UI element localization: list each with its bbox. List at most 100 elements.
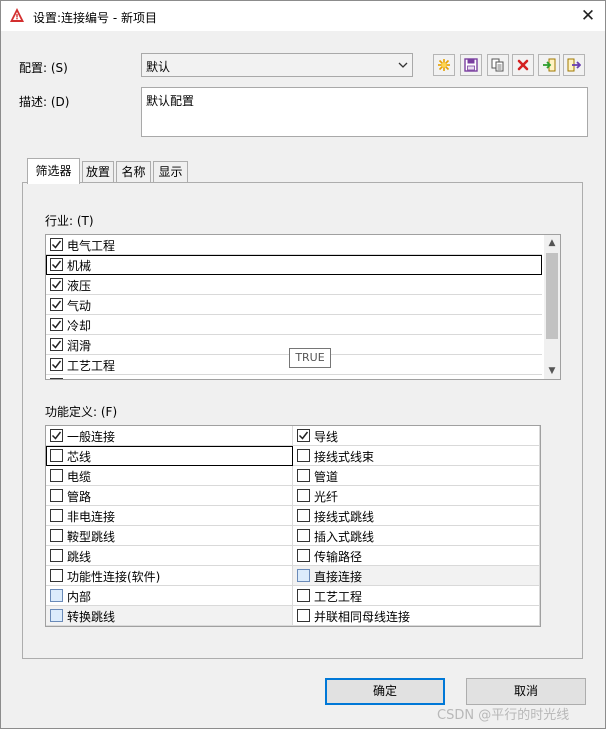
copy-icon: [491, 58, 504, 72]
new-icon: [438, 59, 450, 71]
tab-display[interactable]: 显示: [153, 161, 188, 183]
function-item[interactable]: 跳线: [46, 546, 293, 566]
scroll-up-icon[interactable]: ▲: [544, 235, 560, 251]
industry-scrollbar[interactable]: ▲ ▼: [544, 235, 560, 379]
industry-item-checkbox[interactable]: [50, 298, 63, 311]
save-icon: [464, 58, 478, 72]
config-value: 默认: [146, 60, 171, 74]
function-item-checkbox[interactable]: [297, 449, 310, 462]
industry-item-checkbox[interactable]: [50, 318, 63, 331]
industry-item[interactable]: 气动: [46, 295, 542, 315]
function-item-checkbox[interactable]: [50, 529, 63, 542]
config-label: 配置: (S): [19, 61, 68, 75]
import-config-button[interactable]: [538, 54, 560, 76]
industry-item[interactable]: 机械: [46, 255, 542, 275]
tab-placement[interactable]: 放置: [82, 161, 114, 183]
close-icon[interactable]: ✕: [577, 5, 599, 27]
function-item-checkbox[interactable]: [50, 429, 63, 442]
function-item[interactable]: 传输路径: [293, 546, 540, 566]
new-config-button[interactable]: [433, 54, 455, 76]
industry-item-label: 冷却: [67, 319, 92, 333]
industry-item-label: 气动: [67, 299, 92, 313]
industry-item-checkbox[interactable]: [50, 258, 63, 271]
function-item[interactable]: 管道: [293, 466, 540, 486]
function-item-checkbox[interactable]: [50, 589, 63, 602]
scroll-thumb[interactable]: [546, 253, 558, 339]
function-item-checkbox[interactable]: [297, 549, 310, 562]
config-dropdown[interactable]: 默认: [141, 53, 413, 77]
save-config-button[interactable]: [460, 54, 482, 76]
copy-config-button[interactable]: [487, 54, 509, 76]
function-item-checkbox[interactable]: [50, 509, 63, 522]
function-item-label: 接线式线束: [314, 450, 375, 464]
industry-item-checkbox[interactable]: [50, 338, 63, 351]
function-item-label: 接线式跳线: [314, 510, 375, 524]
function-item[interactable]: 导线: [293, 426, 540, 446]
function-item-label: 管道: [314, 470, 339, 484]
function-item-checkbox[interactable]: [297, 589, 310, 602]
function-item[interactable]: 并联相同母线连接: [293, 606, 540, 626]
function-item-label: 管路: [67, 490, 92, 504]
cancel-button[interactable]: 取消: [466, 678, 586, 705]
function-item-checkbox[interactable]: [50, 609, 63, 622]
industry-item-checkbox[interactable]: [50, 378, 63, 379]
function-item[interactable]: 管路: [46, 486, 293, 506]
function-item-label: 电缆: [67, 470, 92, 484]
function-item[interactable]: 工艺工程: [293, 586, 540, 606]
function-item[interactable]: 转换跳线: [46, 606, 293, 626]
function-item[interactable]: 鞍型跳线: [46, 526, 293, 546]
function-item-label: 转换跳线: [67, 610, 116, 624]
function-item-checkbox[interactable]: [297, 489, 310, 502]
function-item[interactable]: 接线式跳线: [293, 506, 540, 526]
tooltip: TRUE: [289, 348, 331, 368]
industry-item-label: 电气工程: [67, 239, 116, 253]
industry-item[interactable]: 液压: [46, 275, 542, 295]
function-item-checkbox[interactable]: [50, 449, 63, 462]
ok-button[interactable]: 确定: [325, 678, 445, 705]
tab-name[interactable]: 名称: [116, 161, 151, 183]
function-item-checkbox[interactable]: [297, 529, 310, 542]
industry-item[interactable]: [46, 375, 542, 379]
function-item-checkbox[interactable]: [50, 489, 63, 502]
function-item[interactable]: 插入式跳线: [293, 526, 540, 546]
function-item-label: 一般连接: [67, 430, 116, 444]
function-item[interactable]: 内部: [46, 586, 293, 606]
function-item-checkbox[interactable]: [297, 429, 310, 442]
function-item-label: 传输路径: [314, 550, 363, 564]
function-label: 功能定义: (F): [45, 405, 118, 419]
industry-item-label: 液压: [67, 279, 92, 293]
function-item[interactable]: 光纤: [293, 486, 540, 506]
export-config-button[interactable]: [563, 54, 585, 76]
function-item[interactable]: 接线式线束: [293, 446, 540, 466]
delete-config-button[interactable]: [512, 54, 534, 76]
industry-item-checkbox[interactable]: [50, 278, 63, 291]
scroll-down-icon[interactable]: ▼: [544, 363, 560, 379]
function-item-checkbox[interactable]: [50, 569, 63, 582]
industry-item-checkbox[interactable]: [50, 238, 63, 251]
function-item-checkbox[interactable]: [297, 569, 310, 582]
function-item-checkbox[interactable]: [297, 509, 310, 522]
function-item-label: 光纤: [314, 490, 339, 504]
tab-filter[interactable]: 筛选器: [27, 158, 80, 184]
function-item-label: 内部: [67, 590, 92, 604]
function-grid: 一般连接 导线 芯线 接线式线束电缆 管道管路 光纤非电连接 接线式跳线鞍型跳线 插入式跳线跳…: [45, 425, 541, 627]
window-title: 设置:连接编号 - 新项目: [33, 11, 158, 25]
function-item-checkbox[interactable]: [297, 609, 310, 622]
industry-item-checkbox[interactable]: [50, 358, 63, 371]
industry-item[interactable]: 冷却: [46, 315, 542, 335]
function-item[interactable]: 芯线: [46, 446, 293, 466]
description-field[interactable]: 默认配置: [141, 87, 588, 137]
function-item[interactable]: 功能性连接(软件): [46, 566, 293, 586]
industry-item[interactable]: 电气工程: [46, 235, 542, 255]
industry-item-label: 机械: [67, 259, 92, 273]
function-item[interactable]: 一般连接: [46, 426, 293, 446]
function-item-checkbox[interactable]: [297, 469, 310, 482]
function-item-label: 鞍型跳线: [67, 530, 116, 544]
function-item-checkbox[interactable]: [50, 549, 63, 562]
function-item-label: 直接连接: [314, 570, 363, 584]
industry-item-label: 润滑: [67, 339, 92, 353]
function-item[interactable]: 直接连接: [293, 566, 540, 586]
function-item-checkbox[interactable]: [50, 469, 63, 482]
function-item[interactable]: 非电连接: [46, 506, 293, 526]
function-item[interactable]: 电缆: [46, 466, 293, 486]
